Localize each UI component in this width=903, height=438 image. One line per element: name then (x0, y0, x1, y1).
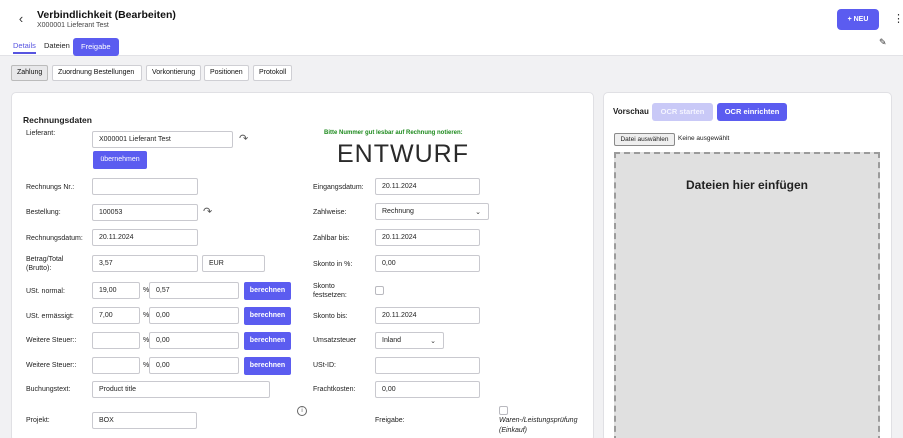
pruefung-label-line1: Waren-/Leistungsprüfung (499, 417, 578, 424)
subtab-positionen[interactable]: Positionen (204, 65, 249, 81)
ocr-setup-button[interactable]: OCR einrichten (717, 103, 787, 121)
berechnen-ust-normal-button[interactable]: berechnen (244, 282, 291, 300)
pruefung-label-line2: (Einkauf) (499, 427, 528, 434)
zahlweise-value: Rechnung (382, 208, 414, 215)
umsatzsteuer-value: Inland (382, 337, 402, 344)
rechnungsdatum-input[interactable]: 20.11.2024 (92, 229, 198, 246)
buchungstext-label: Buchungstext: (26, 386, 71, 393)
zahlweise-select[interactable]: Rechnung ⌄ (375, 203, 489, 220)
bestellung-label: Bestellung: (26, 209, 61, 216)
skonto-bis-input[interactable]: 20.11.2024 (375, 307, 480, 324)
preview-title: Vorschau (613, 107, 649, 116)
bestellung-input[interactable]: 100053 (92, 204, 198, 221)
frachtkosten-label: Frachtkosten: (313, 386, 356, 393)
page-subtitle: X000001 Lieferant Test (37, 22, 109, 29)
subtab-zahlung[interactable]: Zahlung (11, 65, 48, 81)
rechnungs-nr-label: Rechnungs Nr.: (26, 184, 75, 191)
weitere-steuer-1-amount-input[interactable]: 0,00 (149, 332, 239, 349)
pruefung-checkbox[interactable] (499, 406, 508, 415)
ust-id-label: USt-ID: (313, 362, 336, 369)
weitere-steuer-1-label: Weitere Steuer:: (26, 337, 77, 344)
betrag-input[interactable]: 3,57 (92, 255, 198, 272)
weitere-steuer-2-percent-input[interactable] (92, 357, 140, 374)
redo-arrow-icon[interactable]: ↷ (239, 132, 248, 145)
skonto-festsetzen-label-line1: Skonto (313, 283, 335, 290)
eingangsdatum-label: Eingangsdatum: (313, 184, 364, 191)
tab-dateien[interactable]: Dateien (44, 40, 70, 54)
redo-arrow-icon[interactable]: ↷ (203, 205, 212, 218)
file-choose-button[interactable]: Datei auswählen (614, 133, 675, 146)
ust-normal-amount-input[interactable]: 0,57 (149, 282, 239, 299)
currency-input[interactable]: EUR (202, 255, 265, 272)
skonto-festsetzen-checkbox[interactable] (375, 286, 384, 295)
entwurf-watermark: ENTWURF (337, 140, 469, 168)
skonto-prozent-input[interactable]: 0,00 (375, 255, 480, 272)
zahlweise-label: Zahlweise: (313, 209, 347, 216)
back-chevron-icon[interactable]: ‹ (14, 11, 28, 26)
ust-ermaessigt-percent-input[interactable]: 7,00 (92, 307, 140, 324)
dropzone-text: Dateien hier einfügen (685, 178, 809, 192)
zahlbar-bis-input[interactable]: 20.11.2024 (375, 229, 480, 246)
skonto-prozent-label: Skonto in %: (313, 261, 353, 268)
file-status: Keine ausgewählt (678, 135, 730, 142)
buchungstext-input[interactable]: Product title (92, 381, 270, 398)
rechnungsdatum-label: Rechnungsdatum: (26, 235, 83, 242)
betrag-label-line1: Betrag/Total (26, 256, 64, 263)
ust-ermaessigt-label: USt. ermässigt: (26, 313, 74, 320)
chevron-down-icon: ⌄ (475, 209, 481, 216)
ust-id-input[interactable] (375, 357, 480, 374)
projekt-label: Projekt: (26, 417, 50, 424)
uebernehmen-button[interactable]: übernehmen (93, 151, 147, 169)
ust-normal-label: USt. normal: (26, 288, 65, 295)
berechnen-weitere-steuer-1-button[interactable]: berechnen (244, 332, 291, 350)
lieferant-input[interactable]: X000001 Lieferant Test (92, 131, 233, 148)
rechnungs-nr-input[interactable] (92, 178, 198, 195)
weitere-steuer-1-percent-input[interactable] (92, 332, 140, 349)
freigabe-label: Freigabe: (375, 417, 405, 424)
frachtkosten-input[interactable]: 0,00 (375, 381, 480, 398)
chevron-down-icon: ⌄ (430, 338, 436, 345)
tab-freigabe[interactable]: Freigabe (73, 38, 119, 56)
edit-pencil-icon[interactable]: ✎ (879, 37, 887, 48)
new-button[interactable]: + NEU (837, 9, 879, 30)
lieferant-label: Lieferant: (26, 130, 56, 137)
subtab-vorkontierung[interactable]: Vorkontierung (146, 65, 201, 81)
more-options-icon[interactable]: ⋮ (893, 10, 903, 28)
ocr-start-button[interactable]: OCR starten (652, 103, 713, 121)
berechnen-weitere-steuer-2-button[interactable]: berechnen (244, 357, 291, 375)
subtab-zuordnung-bestellungen[interactable]: Zuordnung Bestellungen (52, 65, 142, 81)
file-dropzone[interactable] (614, 152, 880, 438)
projekt-input[interactable]: BOX (92, 412, 197, 429)
skonto-bis-label: Skonto bis: (313, 313, 348, 320)
info-icon[interactable]: i (297, 406, 307, 416)
umsatzsteuer-select[interactable]: Inland ⌄ (375, 332, 444, 349)
ust-ermaessigt-amount-input[interactable]: 0,00 (149, 307, 239, 324)
tab-details[interactable]: Details (13, 40, 36, 54)
weitere-steuer-2-amount-input[interactable]: 0,00 (149, 357, 239, 374)
section-title: Rechnungsdaten (23, 115, 92, 125)
skonto-festsetzen-label-line2: festsetzen: (313, 292, 347, 299)
subtab-protokoll[interactable]: Protokoll (253, 65, 292, 81)
page-title: Verbindlichkeit (Bearbeiten) (37, 9, 176, 21)
berechnen-ust-ermaessigt-button[interactable]: berechnen (244, 307, 291, 325)
weitere-steuer-2-label: Weitere Steuer:: (26, 362, 77, 369)
ocr-hint: Bitte Nummer gut lesbar auf Rechnung not… (324, 130, 463, 136)
zahlbar-bis-label: Zahlbar bis: (313, 235, 350, 242)
betrag-label-line2: (Brutto): (26, 265, 52, 272)
umsatzsteuer-label: Umsatzsteuer (313, 337, 357, 344)
ust-normal-percent-input[interactable]: 19,00 (92, 282, 140, 299)
eingangsdatum-input[interactable]: 20.11.2024 (375, 178, 480, 195)
